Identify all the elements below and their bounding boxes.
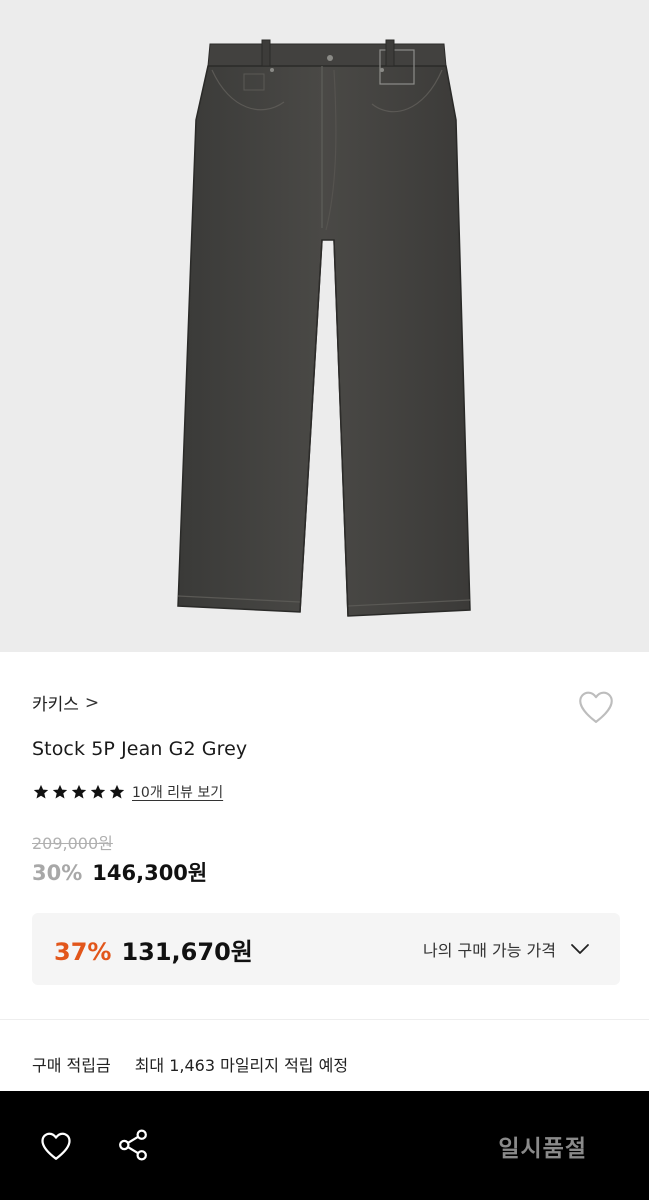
my-price-label-group: 나의 구매 가능 가격	[423, 937, 592, 961]
my-price-toggle[interactable]: 37% 131,670원 나의 구매 가능 가격	[32, 913, 620, 985]
my-discount-rate: 37%	[54, 937, 112, 966]
discount-rate: 30%	[32, 861, 83, 885]
heart-outline-icon	[41, 1132, 71, 1160]
brand-name: 카키스	[32, 695, 79, 715]
divider	[0, 1019, 649, 1020]
sold-out-button[interactable]: 일시품절	[498, 1129, 587, 1163]
brand-link[interactable]: 카키스 >	[32, 690, 100, 716]
share-icon	[119, 1129, 147, 1161]
product-title: Stock 5P Jean G2 Grey	[32, 738, 248, 760]
points-label: 구매 적립금	[32, 1056, 111, 1075]
heart-outline-icon	[579, 691, 613, 723]
my-price-amount: 131,670원	[121, 937, 253, 966]
share-button[interactable]	[114, 1126, 152, 1164]
chevron-down-icon	[571, 944, 589, 954]
chevron-right-icon: >	[84, 692, 100, 713]
star-icon	[109, 784, 125, 799]
star-icon	[33, 784, 49, 799]
sale-price: 146,300원	[92, 861, 208, 885]
star-rating	[32, 783, 126, 801]
price-row: 30% 146,300원	[32, 857, 207, 887]
star-icon	[71, 784, 87, 799]
product-image[interactable]	[0, 0, 649, 652]
points-value: 최대 1,463 마일리지 적립 예정	[134, 1056, 349, 1075]
my-price-summary: 37% 131,670원	[54, 932, 253, 967]
star-icon	[52, 784, 68, 799]
review-link[interactable]: 10개 리뷰 보기	[132, 782, 223, 802]
bottom-wishlist-button[interactable]	[38, 1128, 74, 1164]
star-icon	[90, 784, 106, 799]
wishlist-button[interactable]	[575, 686, 617, 728]
my-price-label: 나의 구매 가능 가격	[422, 941, 556, 960]
rating-row: 10개 리뷰 보기	[32, 782, 223, 802]
original-price: 209,000원	[32, 834, 113, 853]
points-row: 구매 적립금 최대 1,463 마일리지 적립 예정	[32, 1052, 348, 1076]
jeans-photo	[177, 39, 471, 617]
